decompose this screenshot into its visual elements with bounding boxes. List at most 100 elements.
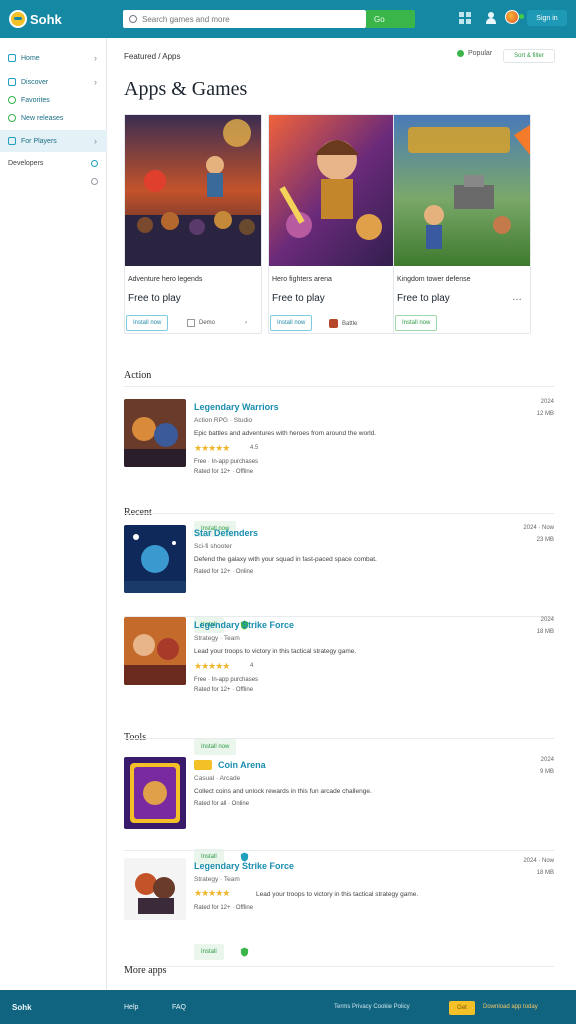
featured-card[interactable]: Kingdom tower defense Free to play … Ins…	[393, 114, 531, 334]
get-app-button[interactable]: Get	[449, 1001, 475, 1015]
app-info: Rated for 12+ · Offline	[194, 469, 254, 475]
sidebar-item-for-players[interactable]: For Players ›	[0, 130, 107, 152]
avatar[interactable]	[505, 10, 519, 24]
sidebar-item-new-releases[interactable]: New releases	[0, 107, 107, 129]
sidebar-item-label: Favorites	[21, 96, 50, 104]
install-button[interactable]: Install now	[270, 315, 313, 331]
sidebar-item-label: New releases	[21, 114, 64, 122]
list-item[interactable]: Legendary Strike Force Strategy · Team L…	[124, 617, 554, 755]
divider	[124, 966, 554, 967]
search-button[interactable]: Go	[366, 10, 415, 28]
file-size: 12 MB	[536, 411, 554, 417]
chevron-right-icon: ›	[94, 136, 97, 146]
footer-link-help[interactable]: Help	[124, 1004, 138, 1011]
app-info: Rated for all · Online	[194, 801, 250, 807]
release-date: 2024	[540, 399, 554, 405]
app-title[interactable]: Legendary Strike Force	[194, 861, 294, 871]
list-item[interactable]: Legendary Warriors Action RPG · Studio E…	[124, 399, 554, 537]
game-mini-icon	[329, 319, 338, 328]
top-navigation-bar: Sohk Go Sign in	[0, 0, 576, 38]
release-date: 2024	[540, 757, 554, 763]
install-button[interactable]: Install now	[395, 315, 438, 331]
app-subtitle: Sci-fi shooter	[194, 543, 232, 550]
players-icon	[8, 137, 16, 145]
game-cover-image[interactable]	[394, 115, 530, 266]
sidebar-item-label: Developers	[8, 159, 44, 167]
list-item[interactable]: Legendary Strike Force Strategy · Team ★…	[124, 858, 554, 968]
sidebar-item-label: For Players	[21, 137, 57, 145]
sign-in-button[interactable]: Sign in	[527, 10, 567, 26]
game-cover-image[interactable]	[125, 115, 261, 266]
card-title[interactable]: Kingdom tower defense	[397, 276, 471, 283]
page-title: Apps & Games	[124, 78, 248, 100]
app-title[interactable]: Star Defenders	[194, 528, 258, 538]
app-icon-image[interactable]	[124, 399, 186, 467]
radio-icon[interactable]	[91, 159, 98, 167]
breadcrumb[interactable]: Featured / Apps	[124, 52, 180, 61]
app-icon-image[interactable]	[124, 858, 186, 920]
app-title[interactable]: Legendary Warriors	[194, 402, 279, 412]
install-button[interactable]: Install now	[126, 315, 169, 331]
release-date: 2024 · Now	[523, 525, 554, 531]
rating-value: 4.5	[250, 445, 259, 451]
app-subtitle: Strategy · Team	[194, 635, 240, 642]
footer-brand[interactable]: Sohk	[12, 1003, 32, 1012]
filter-label: Popular	[468, 50, 493, 57]
app-info: Rated for 12+ · Offline	[194, 687, 254, 693]
app-description: Lead your troops to victory in this tact…	[194, 648, 357, 655]
file-size: 18 MB	[536, 629, 554, 635]
sidebar-item-home[interactable]: Home ›	[0, 47, 107, 69]
radio-icon[interactable]	[91, 177, 98, 185]
star-rating-icon: ★★★★★	[194, 661, 230, 671]
chevron-right-icon: ›	[94, 53, 97, 63]
section-heading: More apps	[124, 965, 167, 976]
app-description: Defend the galaxy with your squad in fas…	[194, 556, 377, 563]
footer-bar: Sohk Help FAQ Terms Privacy Cookie Polic…	[0, 990, 576, 1024]
logo[interactable]: Sohk	[9, 10, 119, 28]
file-size: 23 MB	[536, 537, 554, 543]
star-rating-icon: ★★★★★	[194, 888, 230, 898]
apps-grid-icon[interactable]	[459, 12, 471, 24]
card-price: Free to play	[128, 293, 181, 304]
search-input[interactable]	[142, 14, 342, 24]
status-dot-icon	[457, 50, 464, 57]
install-button[interactable]: Install now	[194, 739, 237, 755]
divider	[124, 738, 554, 739]
footer-link-faq[interactable]: FAQ	[172, 1004, 186, 1011]
app-icon-image[interactable]	[124, 757, 186, 829]
footer-download-link[interactable]: Download app today	[483, 1004, 538, 1010]
chevron-right-icon[interactable]: ›	[245, 320, 247, 326]
sort-filter-button[interactable]: Sort & filter	[503, 49, 555, 63]
featured-card[interactable]: Adventure hero legends Free to play Inst…	[124, 114, 262, 334]
more-options-icon[interactable]: …	[512, 292, 522, 303]
new-icon	[8, 114, 16, 122]
search-bar[interactable]	[123, 10, 366, 28]
app-info: Rated for 12+ · Offline	[194, 905, 254, 911]
app-icon-image[interactable]	[124, 525, 186, 593]
card-meta: Battle	[329, 319, 357, 328]
app-info: Rated for 12+ · Online	[194, 569, 254, 575]
app-subtitle: Action RPG · Studio	[194, 417, 253, 424]
card-meta: Demo ›	[187, 319, 247, 327]
footer-legal-links[interactable]: Terms Privacy Cookie Policy	[334, 1004, 410, 1010]
app-subtitle: Strategy · Team	[194, 876, 240, 883]
card-title[interactable]: Hero fighters arena	[272, 276, 332, 283]
favorites-icon	[8, 96, 16, 104]
user-icon[interactable]	[485, 12, 497, 24]
app-icon-image[interactable]	[124, 617, 186, 685]
home-icon	[8, 54, 16, 62]
popular-filter[interactable]: Popular	[457, 50, 492, 57]
file-size: 9 MB	[539, 769, 554, 775]
app-title[interactable]: Legendary Strike Force	[194, 620, 294, 630]
install-button[interactable]: Install	[194, 944, 224, 960]
game-cover-image[interactable]	[269, 115, 405, 266]
sidebar-item-label: Discover	[21, 78, 49, 86]
featured-card[interactable]: Hero fighters arena Free to play Install…	[268, 114, 406, 334]
app-subtitle: Casual · Arcade	[194, 775, 241, 782]
app-title[interactable]: Coin Arena	[218, 760, 266, 770]
card-title[interactable]: Adventure hero legends	[128, 276, 202, 283]
sidebar-item-extra[interactable]: Developers	[0, 170, 107, 192]
star-rating-icon: ★★★★★	[194, 443, 230, 453]
card-meta-text: Demo	[199, 320, 216, 326]
app-description: Lead your troops to victory in this tact…	[256, 891, 419, 898]
